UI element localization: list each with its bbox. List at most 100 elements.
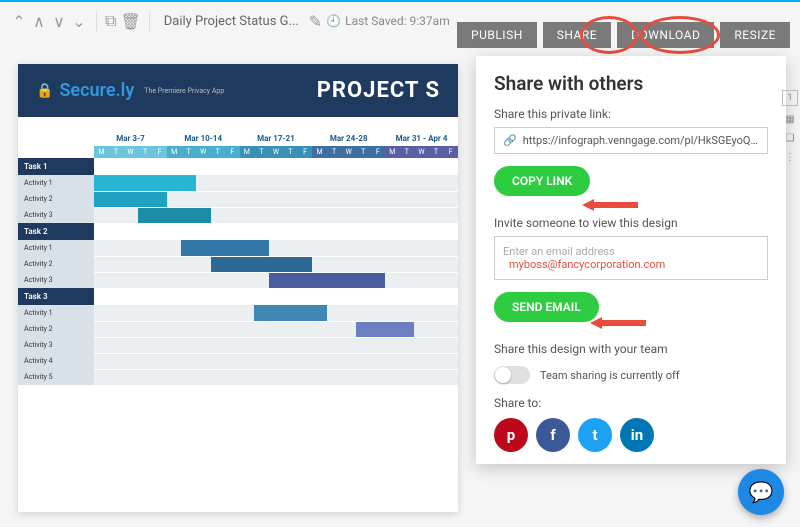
gantt-cell <box>356 256 371 272</box>
day-header: T <box>429 146 444 158</box>
gantt-cell <box>152 305 167 321</box>
gantt-cell <box>443 256 458 272</box>
gantt-cell <box>269 272 284 288</box>
double-down-icon[interactable]: ⌄ <box>70 12 88 31</box>
pinterest-icon[interactable]: p <box>494 418 528 452</box>
gantt-cell <box>211 337 226 353</box>
trash-icon[interactable]: 🗑 <box>120 12 140 31</box>
gantt-cell <box>429 369 444 385</box>
gantt-cell <box>341 337 356 353</box>
gantt-cell <box>327 256 342 272</box>
gantt-cell <box>443 207 458 223</box>
gantt-cell <box>341 288 356 305</box>
gantt-cell <box>327 240 342 256</box>
gantt-cell <box>371 191 386 207</box>
gantt-cell <box>240 272 255 288</box>
gantt-cell <box>123 353 138 369</box>
task-label: Task 2 <box>18 223 94 240</box>
gantt-cell <box>240 207 255 223</box>
layers-icon[interactable]: ❏ <box>786 133 795 144</box>
gantt-cell <box>385 272 400 288</box>
team-share-toggle[interactable] <box>494 366 530 384</box>
share-link-input[interactable]: 🔗 https://infograph.venngage.com/pl/HkSG… <box>494 127 768 154</box>
grid-icon[interactable]: ▦ <box>785 114 794 125</box>
gantt-cell <box>341 240 356 256</box>
gantt-cell <box>123 272 138 288</box>
gantt-cell <box>109 223 124 240</box>
gantt-cell <box>211 321 226 337</box>
publish-button[interactable]: PUBLISH <box>457 22 537 48</box>
gantt-cell <box>298 353 313 369</box>
gantt-cell <box>429 321 444 337</box>
gantt-cell <box>123 191 138 207</box>
gantt-cell <box>240 321 255 337</box>
gantt-cell <box>211 305 226 321</box>
gantt-cell <box>283 337 298 353</box>
gantt-cell <box>298 321 313 337</box>
gantt-cell <box>385 256 400 272</box>
gantt-cell <box>443 305 458 321</box>
act-label: Activity 4 <box>18 353 94 369</box>
gantt-cell <box>181 369 196 385</box>
copy-icon[interactable]: ⧉ <box>105 11 116 31</box>
gantt-cell <box>356 305 371 321</box>
gantt-cell <box>167 337 182 353</box>
gantt-cell <box>152 353 167 369</box>
design-canvas[interactable]: 🔒 Secure.ly The Premiere Privacy App PRO… <box>18 64 458 512</box>
gantt-cell <box>269 337 284 353</box>
day-header: M <box>312 146 327 158</box>
twitter-icon[interactable]: t <box>578 418 612 452</box>
gantt-cell <box>371 207 386 223</box>
gantt-cell <box>138 272 153 288</box>
gantt-cell <box>109 305 124 321</box>
gantt-cell <box>123 158 138 175</box>
page-indicator[interactable]: 1 <box>782 90 798 106</box>
gantt-cell <box>283 288 298 305</box>
gantt-cell <box>211 240 226 256</box>
document-title[interactable]: Daily Project Status G... <box>158 14 305 29</box>
gantt-cell <box>138 369 153 385</box>
gantt-cell <box>414 321 429 337</box>
gantt-cell <box>240 191 255 207</box>
more-icon[interactable]: ⋮ <box>785 152 795 163</box>
share-panel-title: Share with others <box>494 72 768 95</box>
gantt-cell <box>269 256 284 272</box>
chat-fab[interactable]: 💬 <box>738 469 784 515</box>
share-button[interactable]: SHARE <box>543 22 611 48</box>
act-label: Activity 2 <box>18 321 94 337</box>
gantt-cell <box>414 191 429 207</box>
day-header: W <box>414 146 429 158</box>
gantt-cell <box>240 240 255 256</box>
gantt-cell <box>254 158 269 175</box>
gantt-cell <box>312 256 327 272</box>
gantt-cell <box>400 223 415 240</box>
send-email-button[interactable]: SEND EMAIL <box>494 292 599 322</box>
act-label: Activity 2 <box>18 256 94 272</box>
gantt-cell <box>225 191 240 207</box>
gantt-cell <box>429 223 444 240</box>
gantt-cell <box>94 353 109 369</box>
gantt-cell <box>94 256 109 272</box>
brand-tagline: The Premiere Privacy App <box>144 87 224 95</box>
email-input[interactable]: Enter an email address myboss@fancycorpo… <box>494 236 768 280</box>
gantt-cell <box>385 337 400 353</box>
act-label: Activity 3 <box>18 207 94 223</box>
up-icon[interactable]: ∧ <box>30 12 48 31</box>
gantt-cell <box>152 207 167 223</box>
week-header: Mar 10-14 <box>167 131 240 146</box>
last-saved: 🕘 Last Saved: 9:37am <box>326 14 450 28</box>
download-button[interactable]: DOWNLOAD <box>617 22 714 48</box>
gantt-cell <box>269 158 284 175</box>
edit-icon[interactable]: ✎ <box>309 12 322 31</box>
facebook-icon[interactable]: f <box>536 418 570 452</box>
gantt-cell <box>298 175 313 191</box>
gantt-cell <box>341 158 356 175</box>
canvas-header: 🔒 Secure.ly The Premiere Privacy App PRO… <box>18 64 458 117</box>
day-header: T <box>283 146 298 158</box>
gantt-cell <box>298 223 313 240</box>
copy-link-button[interactable]: COPY LINK <box>494 166 590 196</box>
down-icon[interactable]: ∨ <box>50 12 68 31</box>
double-up-icon[interactable]: ⌃ <box>10 12 28 31</box>
resize-button[interactable]: RESIZE <box>720 22 790 48</box>
linkedin-icon[interactable]: in <box>620 418 654 452</box>
